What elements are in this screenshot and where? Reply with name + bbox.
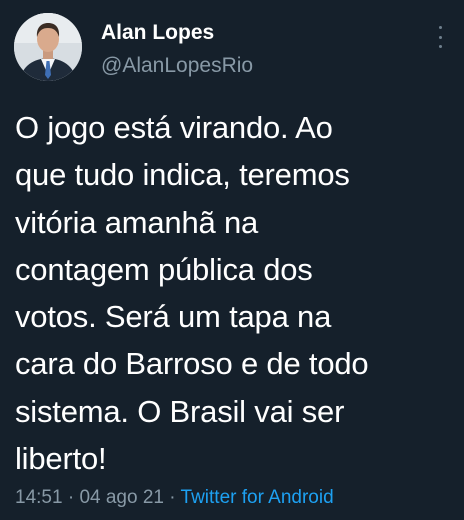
more-dot <box>438 45 442 48</box>
tweet-card: Alan Lopes @AlanLopesRio O jogo está vir… <box>0 0 464 520</box>
tweet-line: liberto! <box>15 441 107 477</box>
display-name[interactable]: Alan Lopes <box>101 20 214 46</box>
meta-separator: · <box>169 487 176 508</box>
tweet-line: sistema. O Brasil vai ser <box>15 393 345 429</box>
tweet-source-link[interactable]: Twitter for Android <box>181 487 334 508</box>
tweet-line: contagem pública dos <box>15 251 313 287</box>
tweet-time[interactable]: 14:51 <box>15 487 63 508</box>
tweet-text: O jogo está virando. Ao que tudo indica,… <box>15 104 455 482</box>
tweet-date[interactable]: 04 ago 21 <box>79 487 164 508</box>
tweet-line: O jogo está virando. Ao <box>15 110 333 145</box>
tweet-line: votos. Será um tapa na <box>15 299 332 335</box>
more-dot <box>438 26 442 29</box>
profile-photo-icon <box>14 13 82 81</box>
user-handle[interactable]: @AlanLopesRio <box>101 53 253 79</box>
tweet-line: vitória amanhã na <box>15 204 259 240</box>
tweet-line: cara do Barroso e de todo <box>15 346 369 382</box>
more-dot <box>438 35 442 39</box>
meta-separator: · <box>67 487 75 508</box>
tweet-line: que tudo indica, teremos <box>15 157 350 193</box>
more-vertical-icon[interactable] <box>436 26 444 48</box>
tweet-meta: 14:51 · 04 ago 21 · Twitter for Android <box>15 485 334 511</box>
avatar[interactable] <box>14 13 82 81</box>
